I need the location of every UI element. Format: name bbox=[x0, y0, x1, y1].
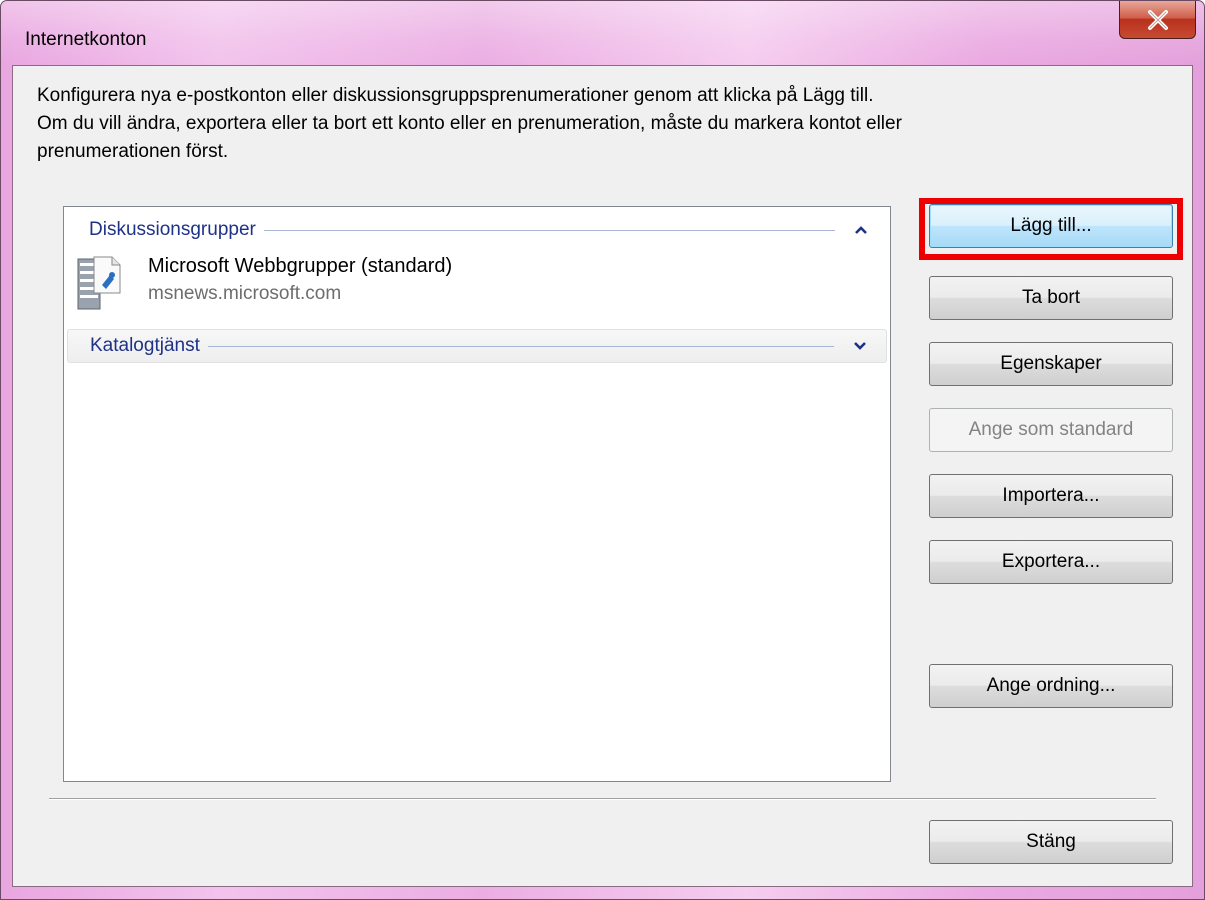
close-window-button[interactable] bbox=[1119, 1, 1196, 39]
highlight-frame bbox=[919, 198, 1183, 260]
export-button[interactable]: Exportera... bbox=[929, 540, 1173, 584]
group-divider-line bbox=[263, 229, 835, 231]
news-server-icon bbox=[77, 256, 121, 310]
import-button[interactable]: Importera... bbox=[929, 474, 1173, 518]
group-label: Katalogtjänst bbox=[90, 335, 200, 356]
instructions-line-2: Om du vill ändra, exportera eller ta bor… bbox=[37, 113, 902, 162]
group-label: Diskussionsgrupper bbox=[89, 219, 256, 240]
group-divider-line bbox=[207, 345, 834, 347]
internet-accounts-dialog: Internetkonton Konfigurera nya e-postkon… bbox=[0, 0, 1205, 900]
chevron-up-icon[interactable] bbox=[849, 218, 873, 242]
remove-button[interactable]: Ta bort bbox=[929, 276, 1173, 320]
title-bar[interactable]: Internetkonton bbox=[1, 1, 1204, 65]
chevron-down-icon[interactable] bbox=[848, 334, 872, 358]
group-header-katalogtjanst[interactable]: Katalogtjänst bbox=[67, 329, 887, 363]
close-button[interactable]: Stäng bbox=[929, 820, 1173, 864]
window-title: Internetkonton bbox=[25, 29, 147, 50]
close-icon bbox=[1147, 9, 1168, 30]
instructions: Konfigurera nya e-postkonton eller disku… bbox=[37, 82, 917, 166]
set-default-button[interactable]: Ange som standard bbox=[929, 408, 1173, 452]
account-name: Microsoft Webbgrupper (standard) bbox=[148, 255, 453, 277]
properties-button[interactable]: Egenskaper bbox=[929, 342, 1173, 386]
set-order-button[interactable]: Ange ordning... bbox=[929, 664, 1173, 708]
accounts-list[interactable]: Diskussionsgrupper Microsoft Webbgrupper… bbox=[63, 206, 891, 782]
list-item[interactable]: Microsoft Webbgrupper (standard) msnews.… bbox=[72, 251, 882, 317]
account-host: msnews.microsoft.com bbox=[148, 283, 342, 304]
group-header-diskussionsgrupper[interactable]: Diskussionsgrupper bbox=[67, 213, 887, 247]
instructions-line-1: Konfigurera nya e-postkonton eller disku… bbox=[37, 85, 874, 106]
separator bbox=[49, 798, 1156, 800]
dialog-body: Konfigurera nya e-postkonton eller disku… bbox=[12, 65, 1193, 887]
